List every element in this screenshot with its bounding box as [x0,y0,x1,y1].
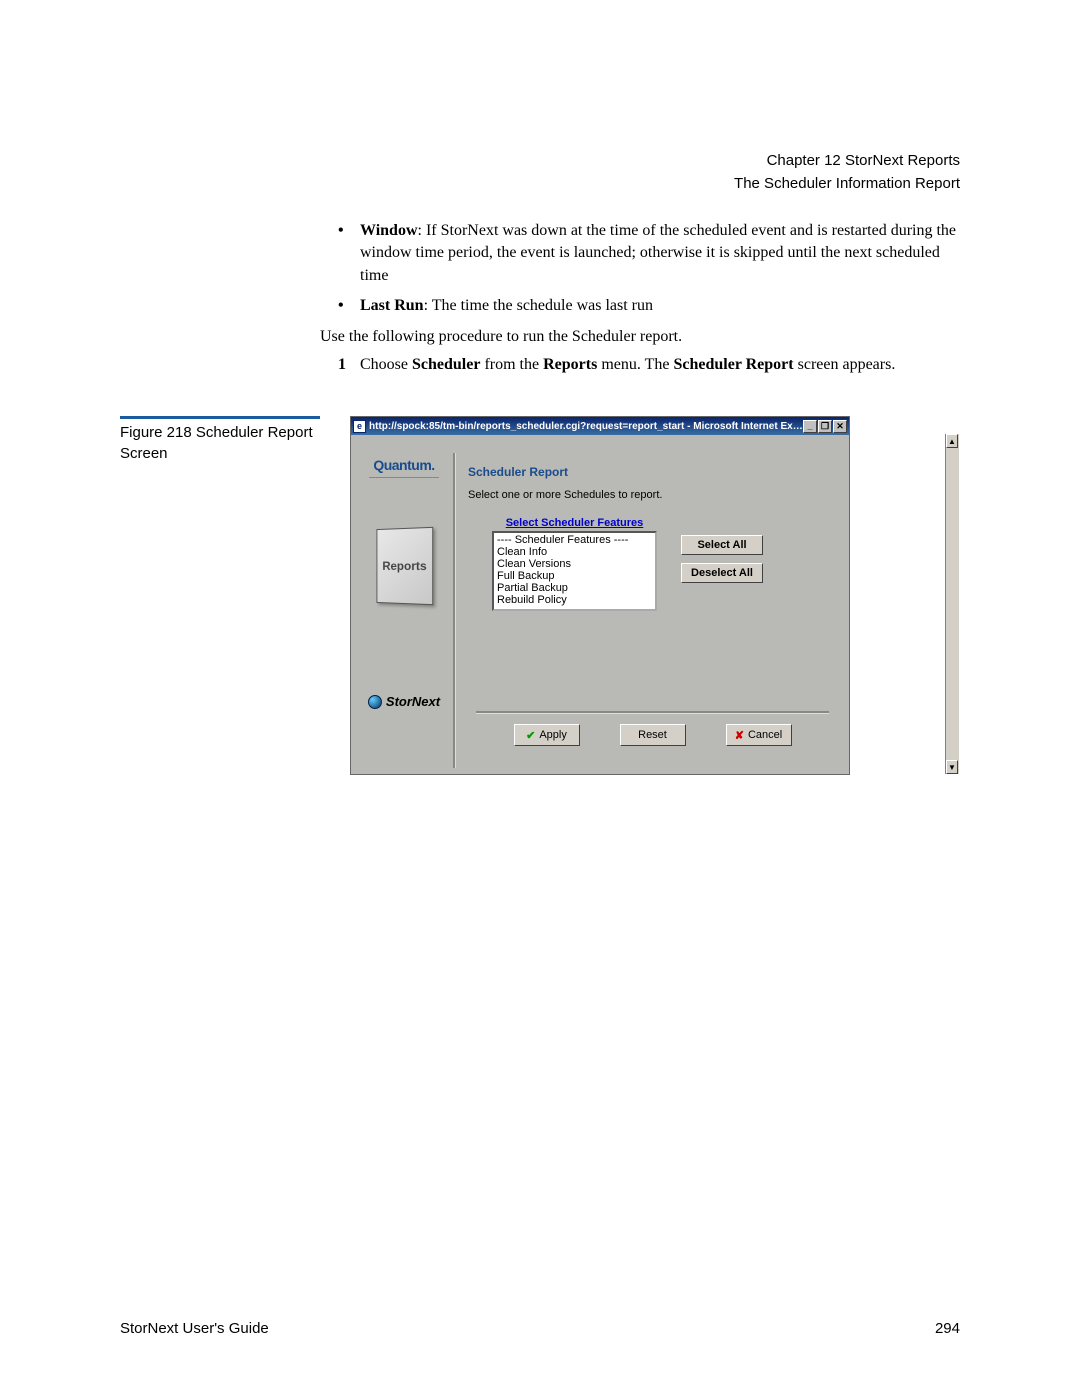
bullet-window: Window: If StorNext was down at the time… [320,220,960,287]
list-item[interactable]: Rebuild Policy [495,594,654,606]
reset-button[interactable]: Reset [620,724,686,746]
vertical-divider [453,453,456,768]
x-icon: ✘ [735,729,744,742]
list-item[interactable]: ---- Scheduler Features ---- [495,534,654,546]
quantum-logo: Quantum. [373,447,434,477]
reports-card: Reports [376,527,433,605]
figure-caption: Figure 218 Scheduler Report Screen [120,416,320,464]
chapter-line: Chapter 12 StorNext Reports [734,150,960,173]
step-1: 1 Choose Scheduler from the Reports menu… [320,354,960,376]
check-icon: ✔ [526,729,535,742]
deselect-all-button[interactable]: Deselect All [681,563,763,583]
list-label: Select Scheduler Features [492,517,657,529]
apply-button[interactable]: ✔ Apply [514,724,580,746]
scroll-down-button[interactable]: ▼ [946,760,958,774]
stornext-brand: StorNext [368,694,440,709]
globe-icon [368,695,382,709]
app-main: Scheduler Report Select one or more Sche… [464,447,841,774]
titlebar[interactable]: e http://spock:85/tm-bin/reports_schedul… [351,417,849,435]
ie-icon: e [353,420,366,433]
close-button[interactable]: ✕ [833,420,847,433]
list-item[interactable]: Clean Info [495,546,654,558]
restore-button[interactable]: ❐ [818,420,832,433]
titlebar-url: http://spock:85/tm-bin/reports_scheduler… [369,421,803,432]
page-header: Chapter 12 StorNext Reports The Schedule… [734,150,960,195]
footer-left: StorNext User's Guide [120,1320,269,1337]
section-line: The Scheduler Information Report [734,173,960,196]
select-all-button[interactable]: Select All [681,535,763,555]
list-item[interactable]: Clean Versions [495,558,654,570]
cancel-button[interactable]: ✘ Cancel [726,724,792,746]
reports-label: Reports [382,559,426,573]
body-text: Window: If StorNext was down at the time… [320,220,960,376]
scheduler-features-listbox[interactable]: ---- Scheduler Features ---- Clean Info … [492,531,657,611]
intro-paragraph: Use the following procedure to run the S… [320,326,960,348]
list-item[interactable]: Partial Backup [495,582,654,594]
footer-right: 294 [935,1320,960,1337]
app-sidebar: Quantum. Reports StorNext [359,447,449,774]
stornext-text: StorNext [386,694,440,709]
scroll-up-button[interactable]: ▲ [946,434,958,448]
bullet-last-run: Last Run: The time the schedule was last… [320,295,960,317]
scrollbar[interactable]: ▲ ▼ [945,434,959,774]
page-footer: StorNext User's Guide 294 [120,1320,960,1337]
apply-label: Apply [539,729,567,741]
minimize-button[interactable]: _ [803,420,817,433]
cancel-label: Cancel [748,729,782,741]
divider [369,477,439,478]
panel-subtitle: Select one or more Schedules to report. [468,489,837,501]
screenshot-window: e http://spock:85/tm-bin/reports_schedul… [350,416,850,775]
list-item[interactable]: Full Backup [495,570,654,582]
panel-title: Scheduler Report [468,465,837,479]
reset-label: Reset [638,729,667,741]
